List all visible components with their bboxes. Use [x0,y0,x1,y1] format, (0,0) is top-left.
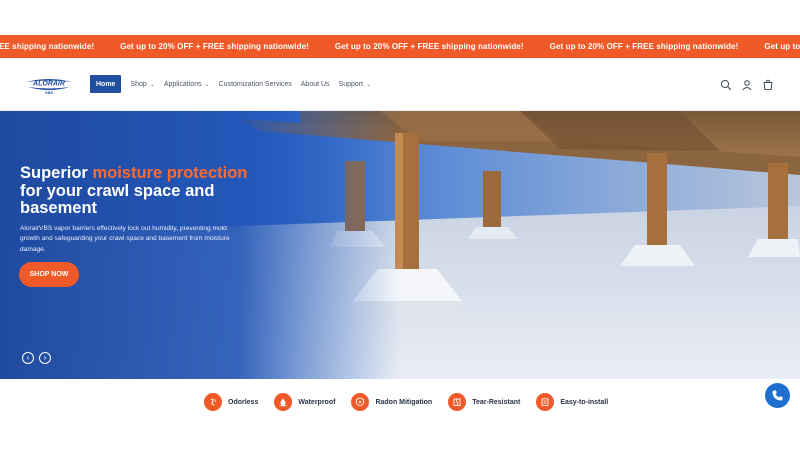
feature-list: Odorless Waterproof Radon Mitigation Tea… [204,393,624,411]
hero-title-highlight: moisture protection [92,164,248,182]
main-nav: Home Shop ⌄ Applications ⌄ Customization S… [90,75,380,93]
feature-label: Odorless [228,398,259,406]
nav-item-home[interactable]: Home [90,75,122,93]
odorless-icon [204,393,222,411]
tear-resistant-icon [448,393,467,411]
nav-label: Home [96,80,116,88]
announcement-message: + FREE shipping nationwide! [0,42,95,51]
announcement-message: Get up to 20% OFF + FREE shipping nation… [120,42,309,51]
feature-item: Odorless [204,393,258,411]
hero-title: Superior moisture protection for your cr… [20,164,260,218]
announcement-message: Get up to 20% OFF + FREE [764,42,800,51]
radon-shield-icon [351,393,370,411]
header-actions [720,79,774,91]
slider-controls: ‹ › [22,352,51,364]
phone-call-button[interactable] [765,383,790,408]
announcement-track: + FREE shipping nationwide! Get up to 20… [0,35,800,58]
nav-item-support[interactable]: Support ⌄ [339,75,372,93]
nav-item-shop[interactable]: Shop ⌄ [130,75,154,93]
account-icon[interactable] [741,79,753,91]
nav-label: About Us [300,80,330,88]
nav-item-customization-services[interactable]: Customization Services [219,75,292,93]
chevron-down-icon: ⌄ [204,81,210,88]
hero-title-end: for your crawl space and basement [20,181,215,217]
announcement-bar: + FREE shipping nationwide! Get up to 20… [0,35,800,58]
nav-label: Support [338,80,364,88]
waterproof-icon [274,393,293,411]
logo-sub: VBS [45,90,54,95]
alorair-logo[interactable]: ALORAIR VBS [24,73,74,97]
feature-label: Tear-Resistant [472,398,521,406]
nav-label: Shop [130,80,147,88]
feature-label: Radon Mitigation [375,398,433,406]
easy-install-icon [536,393,555,411]
shop-now-button[interactable]: SHOP NOW [19,262,79,287]
chevron-down-icon: ⌄ [149,81,155,88]
cart-icon[interactable] [762,79,774,91]
feature-item: Waterproof [274,393,335,411]
hero-description: AlorairVBS vapor barriers effectively lo… [20,224,230,253]
phone-icon [772,390,783,401]
nav-item-applications[interactable]: Applications ⌄ [164,75,210,93]
prev-slide-icon[interactable]: ‹ [22,352,34,364]
feature-strip: Odorless Waterproof Radon Mitigation Tea… [0,379,800,425]
hero-copy: Superior moisture protection for your cr… [20,164,260,255]
nav-label: Applications [163,80,202,88]
feature-label: Easy-to-install [560,398,609,406]
feature-item: Easy-to-install [536,393,608,411]
hero-title-start: Superior [20,164,93,182]
next-slide-icon[interactable]: › [39,352,51,364]
announcement-message: Get up to 20% OFF + FREE shipping nation… [549,42,739,51]
nav-label: Customization Services [218,80,292,88]
feature-item: Radon Mitigation [351,393,432,411]
logo-wordmark: ALORAIR [32,81,65,88]
announcement-message: Get up to 20% OFF + FREE shipping nation… [334,42,524,51]
feature-label: Waterproof [298,398,336,406]
site-header: ALORAIR VBS Home Shop ⌄ Applications ⌄ Cus… [0,58,800,111]
top-blank-area [0,0,800,35]
chevron-down-icon: ⌄ [366,81,372,88]
hero-banner: Superior moisture protection for your cr… [0,111,800,379]
feature-item: Tear-Resistant [448,393,520,411]
search-icon[interactable] [720,79,732,91]
nav-item-about-us[interactable]: About Us [301,75,330,93]
